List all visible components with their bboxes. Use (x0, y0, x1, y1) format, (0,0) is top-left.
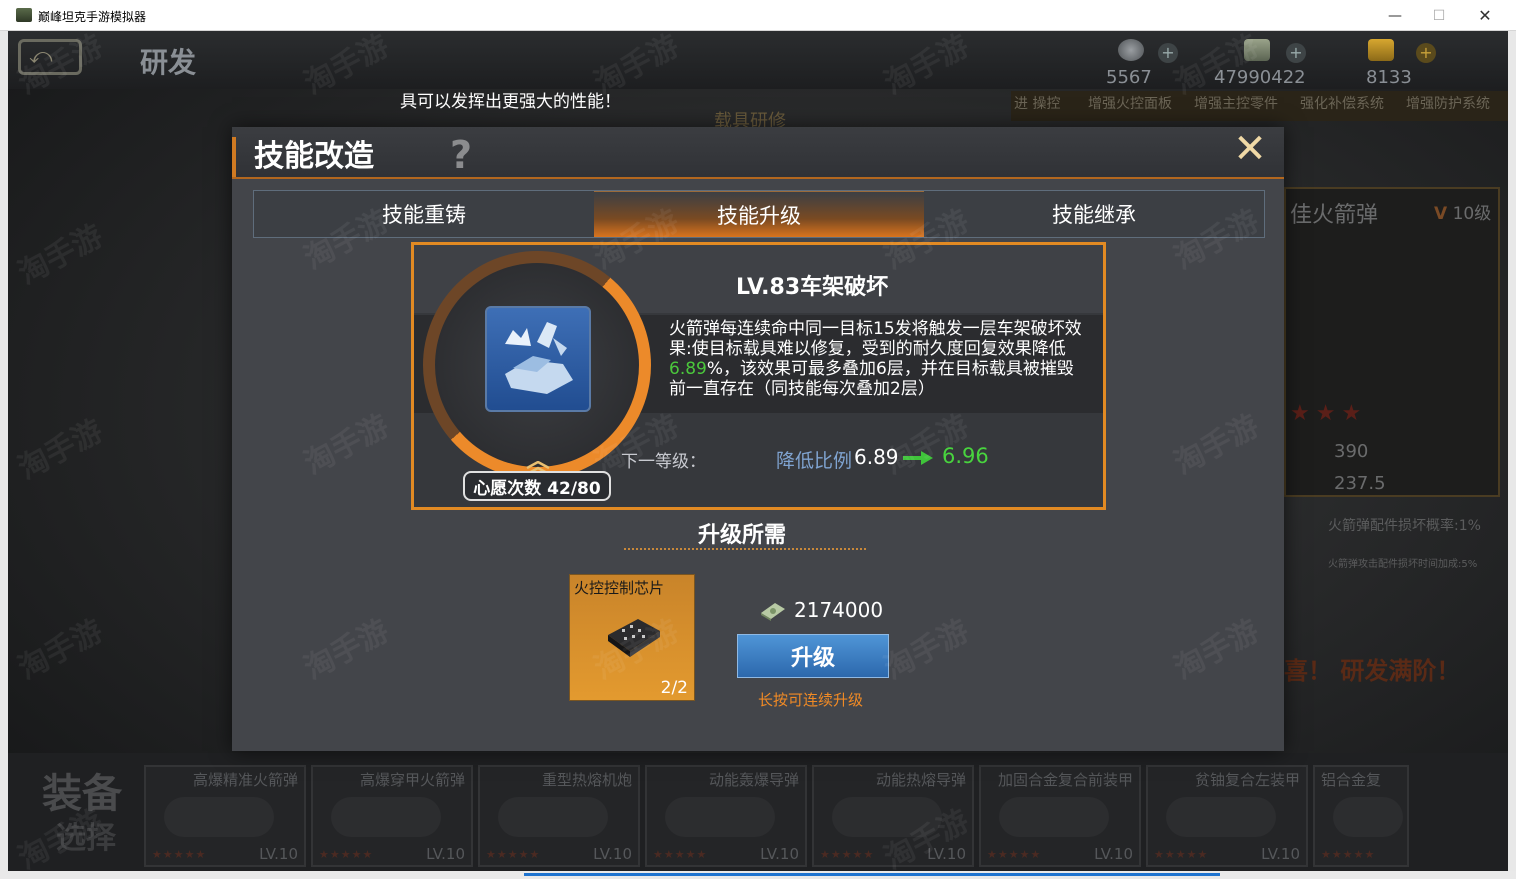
weapon-stat-1: 390 (1334, 441, 1369, 462)
background-tab-maincontrol: 增强主控零件 (1194, 96, 1278, 112)
cash-icon (1244, 39, 1270, 61)
equipment-title: 装备 (42, 771, 122, 817)
background-property-2: 火箭弹攻击配件损坏时间加成:5% (1328, 559, 1478, 570)
add-cash-button[interactable]: + (1286, 43, 1306, 63)
dialog-header: 技能改造 ? ✕ (232, 127, 1284, 179)
equipment-card[interactable]: 铝合金复 ★★★★★ (1313, 765, 1409, 867)
hold-to-upgrade-hint: 长按可连续升级 (758, 691, 864, 709)
material-name: 火控控制芯片 (574, 579, 665, 597)
skill-modify-dialog: 技能改造 ? ✕ 技能重铸 技能升级 技能继承 LV.83车架破坏 火箭弹每连续… (232, 127, 1284, 751)
gold-value: 8133 (1366, 67, 1412, 88)
requirements-divider (624, 548, 866, 550)
equipment-card[interactable]: 高爆精准火箭弹 ★★★★★ LV.10 (144, 765, 306, 867)
add-medal-button[interactable]: + (1158, 43, 1178, 63)
background-tab-protection: 增强防护系统 (1406, 96, 1490, 112)
equipment-select-label: 选择 (56, 821, 116, 856)
cash-value: 47990422 (1214, 67, 1306, 88)
next-stat-name: 降低比例 (776, 450, 853, 472)
equipment-card[interactable]: 贫铀复合左装甲 ★★★★★ LV.10 (1146, 765, 1308, 867)
dialog-title: 技能改造 (254, 139, 374, 174)
background-tab-compensation: 强化补偿系统 (1300, 96, 1384, 112)
equipment-card[interactable]: 高爆穿甲火箭弹 ★★★★★ LV.10 (311, 765, 473, 867)
minimize-button[interactable]: — (1372, 0, 1418, 31)
requirements-title: 升级所需 (698, 523, 787, 548)
tank-wreck-icon (485, 306, 591, 412)
skill-description-highlight: 6.89 (669, 359, 707, 379)
medal-value: 5567 (1106, 67, 1152, 88)
upgrade-cost: 2174000 (794, 598, 884, 622)
equipment-card[interactable]: 动能轰爆导弹 ★★★★★ LV.10 (645, 765, 807, 867)
weapon-level: V 10级 (1434, 204, 1492, 224)
equipment-card[interactable]: 加固合金复合前装甲 ★★★★★ LV.10 (979, 765, 1141, 867)
window-bottom-edge (0, 871, 1516, 879)
arrow-right-icon (903, 451, 933, 465)
background-tab-firecontrol: 增强火控面板 (1088, 96, 1172, 112)
cash-icon (761, 603, 785, 621)
back-arrow-icon: ⤺ (29, 44, 53, 69)
background-property-1: 火箭弹配件损坏概率:1% (1328, 518, 1481, 534)
background-congrats: 喜！ 研发满阶！ (1284, 657, 1461, 685)
skill-name: LV.83车架破坏 (736, 275, 889, 300)
background-tab-control: 进 操控 (1014, 96, 1061, 112)
current-stat-value: 6.89 (854, 445, 899, 469)
window-title: 巅峰坦克手游模拟器 (38, 10, 147, 24)
tab-skill-inherit[interactable]: 技能继承 (924, 191, 1264, 237)
tab-skill-upgrade[interactable]: 技能升级 (594, 191, 924, 237)
chip-icon (608, 619, 660, 657)
equipment-bar: 装备 选择 高爆精准火箭弹 ★★★★★ LV.10 高爆穿甲火箭弹 ★★★★★ LV.1… (8, 753, 1508, 871)
material-count: 2/2 (660, 678, 688, 698)
tab-skill-recast[interactable]: 技能重铸 (254, 191, 594, 237)
weapon-stat-2: 237.5 (1334, 473, 1386, 494)
help-button[interactable]: ? (450, 133, 472, 177)
close-window-button[interactable]: ✕ (1462, 0, 1508, 31)
wish-count-badge: 心愿次数 42/80 (463, 471, 611, 501)
gold-icon (1368, 39, 1394, 61)
app-icon (16, 8, 32, 22)
window-right-edge (1508, 31, 1516, 879)
equipment-card[interactable]: 重型热熔机炮 ★★★★★ LV.10 (478, 765, 640, 867)
hud-title: 研发 (140, 46, 197, 79)
window-titlebar: 巅峰坦克手游模拟器 — ☐ ✕ (0, 0, 1516, 31)
medal-icon (1118, 39, 1144, 61)
skill-description: 火箭弹每连续命中同一目标15发将触发一层车架破坏效果:使目标载具难以修复，受到的… (669, 319, 1082, 399)
back-button[interactable]: ⤺ (18, 39, 82, 75)
upgrade-button[interactable]: 升级 (737, 634, 889, 678)
window-left-edge (0, 31, 8, 879)
weapon-name: 佳火箭弹 (1290, 203, 1379, 228)
add-gold-button[interactable]: + (1416, 43, 1436, 63)
next-level-label: 下一等级： (621, 452, 706, 472)
material-card[interactable]: 火控控制芯片 2/2 (569, 574, 695, 701)
background-hint-text: 具可以发挥出更强大的性能！ (400, 92, 621, 112)
close-dialog-button[interactable]: ✕ (1230, 129, 1270, 169)
weapon-stars: ★★★ (1290, 401, 1368, 426)
next-stat-value: 6.96 (942, 444, 989, 468)
top-hud: ⤺ 研发 + 5567 + 47990422 + 8133 (8, 31, 1508, 89)
equipment-card[interactable]: 动能热熔导弹 ★★★★★ LV.10 (812, 765, 974, 867)
skill-tabs: 技能重铸 技能升级 技能继承 (253, 190, 1265, 238)
maximize-button[interactable]: ☐ (1416, 0, 1462, 31)
background-weapon-card: 佳火箭弹 V 10级 ★★★ 390 237.5 (1284, 187, 1500, 497)
